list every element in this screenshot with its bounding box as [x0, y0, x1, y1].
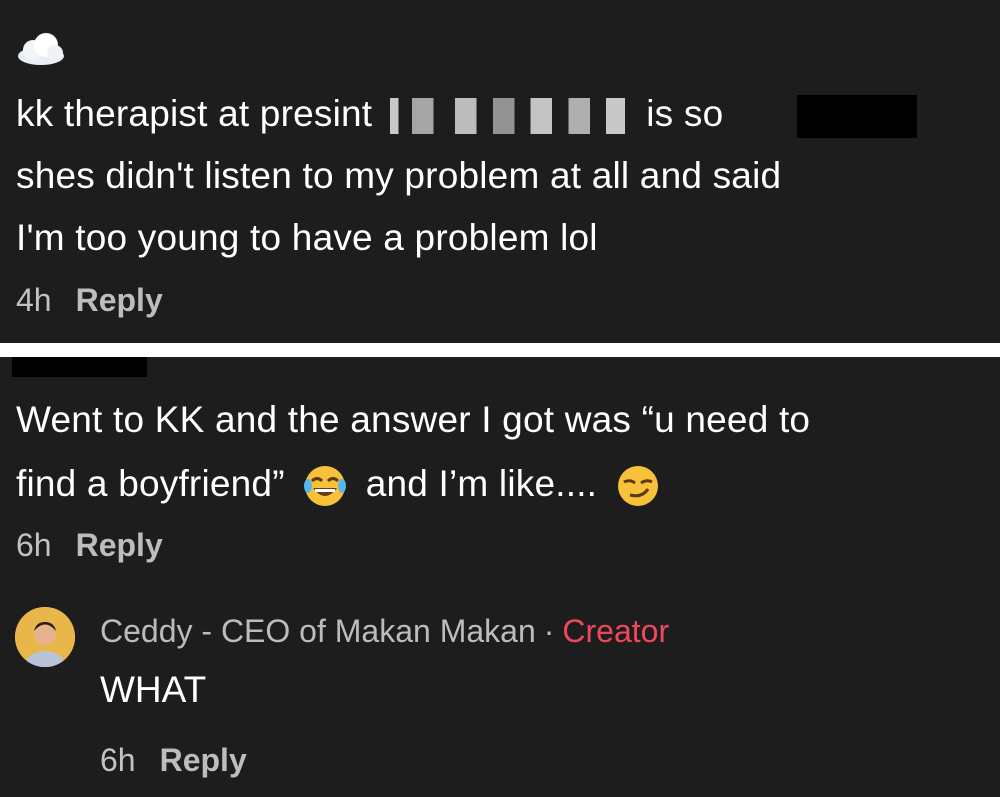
tears-of-joy-emoji-icon — [304, 466, 347, 507]
comment-text-line-1: Went to KK and the answer I got was “u n… — [16, 399, 811, 440]
comment-text-start: find a boyfriend” — [16, 463, 285, 504]
person-avatar-icon — [15, 607, 75, 667]
comment-card-2: Went to KK and the answer I got was “u n… — [0, 357, 1000, 797]
smirk-emoji-icon — [617, 466, 658, 507]
reply-button[interactable]: Reply — [160, 742, 247, 778]
comment-meta: 4h Reply — [16, 282, 163, 319]
comment-text-line-1: kk therapist at presint is so — [16, 83, 723, 145]
comment-text-end: is so — [646, 93, 724, 134]
comment-text-line-2: find a boyfriend” and I’m like.... — [16, 453, 668, 515]
reply-author: Ceddy - CEO of Makan Makan · Creator — [100, 613, 669, 650]
blurred-redaction — [374, 98, 645, 135]
avatar[interactable] — [15, 607, 75, 667]
timestamp: 6h — [100, 742, 136, 778]
comment-text-line-2: shes didn't listen to my problem at all … — [16, 155, 782, 196]
cloud-icon — [18, 33, 64, 65]
comment-text-mid: and I’m like.... — [365, 463, 598, 504]
author-name[interactable]: Ceddy - CEO of Makan Makan — [100, 613, 536, 649]
redacted-username — [12, 357, 147, 377]
comment-text-line-3: I'm too young to have a problem lol — [16, 217, 598, 258]
reply-button[interactable]: Reply — [76, 282, 163, 318]
reply-button[interactable]: Reply — [76, 527, 163, 563]
timestamp: 6h — [16, 527, 52, 563]
separator: · — [543, 613, 555, 649]
redaction-box — [797, 95, 917, 138]
reply-meta: 6h Reply — [100, 742, 247, 779]
timestamp: 4h — [16, 282, 52, 318]
reply-text: WHAT — [100, 669, 207, 710]
creator-badge: Creator — [562, 613, 670, 649]
comment-meta: 6h Reply — [16, 527, 163, 564]
comment-text-start: kk therapist at presint — [16, 93, 373, 134]
comment-card-1: kk therapist at presint is so shes didn't… — [0, 0, 1000, 343]
